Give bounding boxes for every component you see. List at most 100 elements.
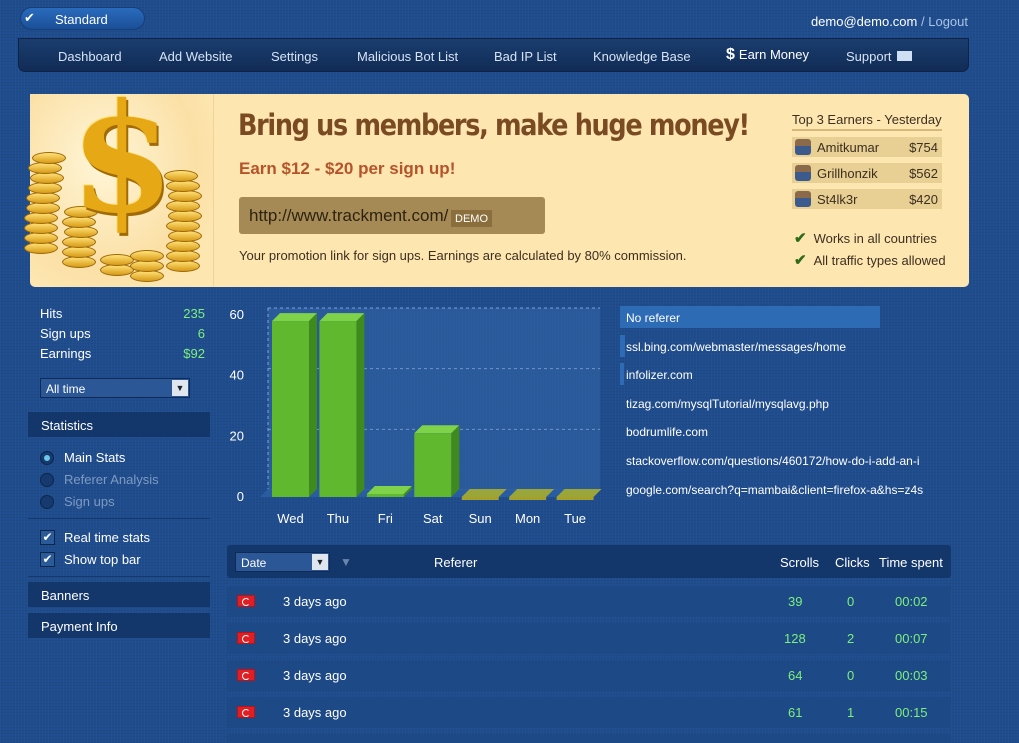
top-earners: Top 3 Earners - Yesterday Amitkumar $754… xyxy=(792,112,942,209)
x-tick-label: Wed xyxy=(277,511,304,526)
visit-time: 3 days ago xyxy=(283,631,347,646)
dollar-icon: $ xyxy=(726,46,735,63)
checkmark-icon: ✔ xyxy=(794,230,807,247)
referer-item[interactable]: google.com/search?q=mambai&client=firefo… xyxy=(620,478,950,500)
time-spent-value: 00:03 xyxy=(895,668,928,683)
column-header-time-spent[interactable]: Time spent xyxy=(879,555,943,570)
chevron-down-icon: ▼ xyxy=(312,554,328,570)
nav-item-support-label: Support xyxy=(846,49,892,64)
x-tick-label: Mon xyxy=(515,511,540,526)
promo-link-box[interactable]: http://www.trackment.com/ DEMO xyxy=(239,197,545,234)
account-email[interactable]: demo@demo.com xyxy=(811,14,917,29)
referer-bar xyxy=(620,363,624,386)
table-row[interactable]: 3 days ago 64 0 00:03 xyxy=(227,660,951,691)
radio-icon xyxy=(40,495,54,509)
time-spent-value: 00:07 xyxy=(895,631,928,646)
logout-link[interactable]: Logout xyxy=(928,14,968,29)
stat-earnings: Earnings $92 xyxy=(40,346,205,361)
column-header-scrolls[interactable]: Scrolls xyxy=(780,555,819,570)
nav-item-earn-money[interactable]: $ Earn Money xyxy=(726,46,809,64)
date-select[interactable]: Date ▼ xyxy=(235,552,330,572)
bar xyxy=(272,321,309,497)
clicks-value: 1 xyxy=(847,705,855,720)
top-earners-title: Top 3 Earners - Yesterday xyxy=(792,112,942,131)
checkbox-label: Real time stats xyxy=(64,530,150,545)
stat-hits: Hits 235 xyxy=(40,306,205,321)
time-range-value: All time xyxy=(46,382,86,396)
time-range-select[interactable]: All time ▼ xyxy=(40,378,190,398)
x-tick-label: Sat xyxy=(423,511,443,526)
feature-label: Works in all countries xyxy=(813,231,937,246)
referer-label: stackoverflow.com/questions/460172/how-d… xyxy=(626,454,920,468)
checkbox-label: Show top bar xyxy=(64,552,141,567)
table-row[interactable]: 3 days ago 128 2 00:07 xyxy=(227,623,951,654)
earner-amount: $420 xyxy=(909,192,938,207)
mail-icon xyxy=(896,51,912,61)
dollar-sign-icon: $ xyxy=(70,71,175,247)
earner-name: Amitkumar xyxy=(817,140,880,155)
referer-item[interactable]: stackoverflow.com/questions/460172/how-d… xyxy=(620,449,950,471)
referer-item[interactable]: infolizer.com xyxy=(620,363,950,386)
referer-item[interactable]: No referer xyxy=(620,306,950,328)
checkmark-icon: ✔ xyxy=(24,10,35,25)
nav-item-earn-money-label: Earn Money xyxy=(738,47,809,62)
bar xyxy=(461,497,499,500)
avatar-icon xyxy=(795,139,811,155)
divider xyxy=(28,576,210,577)
referer-item[interactable]: bodrumlife.com xyxy=(620,420,950,442)
flag-turkey-icon xyxy=(237,632,255,644)
hits-chart: 0 20 40 60 Wed Thu Fri Sat Sun Mon Tue xyxy=(220,300,610,530)
nav-item-malicious-bot-list[interactable]: Malicious Bot List xyxy=(357,49,458,64)
bar-chart: 0 20 40 60 Wed Thu Fri Sat Sun Mon Tue xyxy=(230,307,602,526)
bar-side xyxy=(356,313,365,497)
x-tick-label: Fri xyxy=(378,511,393,526)
table-row[interactable]: 3 days ago 61 1 00:15 xyxy=(227,697,951,728)
bar xyxy=(366,493,404,497)
earner-name: St4lk3r xyxy=(817,192,858,207)
statistics-header[interactable]: Statistics xyxy=(28,412,210,437)
x-tick-label: Sun xyxy=(469,511,492,526)
radio-icon xyxy=(40,473,54,487)
radio-label: Main Stats xyxy=(64,450,126,465)
column-header-clicks[interactable]: Clicks xyxy=(835,555,870,570)
nav-item-knowledge-base[interactable]: Knowledge Base xyxy=(593,49,691,64)
time-spent-value: 00:15 xyxy=(895,705,928,720)
nav-item-support[interactable]: Support xyxy=(846,49,912,64)
radio-label: Sign ups xyxy=(64,494,115,509)
x-tick-label: Thu xyxy=(327,511,349,526)
y-tick-label: 20 xyxy=(230,428,244,443)
avatar-icon xyxy=(795,165,811,181)
table-header: Date ▼ ▼ Referer Scrolls Clicks Time spe… xyxy=(227,545,951,578)
time-spent-value: 00:02 xyxy=(895,594,928,609)
sort-desc-icon[interactable]: ▼ xyxy=(340,555,352,569)
banners-header[interactable]: Banners xyxy=(28,582,210,607)
promo-url[interactable]: http://www.trackment.com/ xyxy=(249,206,448,226)
stat-label: Earnings xyxy=(40,346,92,361)
referer-item[interactable]: tizag.com/mysqlTutorial/mysqlavg.php xyxy=(620,392,950,414)
bar xyxy=(414,433,452,497)
nav-item-bad-ip-list[interactable]: Bad IP List xyxy=(494,49,557,64)
clicks-value: 2 xyxy=(847,631,855,646)
radio-icon xyxy=(40,451,54,465)
stat-sign-ups: Sign ups 6 xyxy=(40,326,205,341)
nav-item-dashboard[interactable]: Dashboard xyxy=(58,49,122,64)
table-row[interactable]: 3 days ago 39 0 00:02 xyxy=(227,586,951,617)
radio-label: Referer Analysis xyxy=(64,472,159,487)
plan-badge[interactable]: ✔ Standard xyxy=(20,7,145,30)
bar xyxy=(319,321,357,497)
referer-label: google.com/search?q=mambai&client=firefo… xyxy=(626,482,924,497)
column-header-referer[interactable]: Referer xyxy=(434,555,477,570)
payment-info-header[interactable]: Payment Info xyxy=(28,613,210,638)
flag-turkey-icon xyxy=(237,595,255,607)
earner-amount: $754 xyxy=(909,140,938,155)
table-row[interactable] xyxy=(227,734,951,743)
referer-item[interactable]: ssl.bing.com/webmaster/messages/home xyxy=(620,334,950,357)
referer-label: No referer xyxy=(626,311,681,325)
money-illustration: $ xyxy=(24,84,214,287)
bar xyxy=(509,497,547,500)
nav-item-settings[interactable]: Settings xyxy=(271,49,318,64)
earner-row: Amitkumar $754 xyxy=(792,137,942,157)
flag-turkey-icon xyxy=(237,706,255,718)
visit-time: 3 days ago xyxy=(283,668,347,683)
nav-item-add-website[interactable]: Add Website xyxy=(159,49,232,64)
